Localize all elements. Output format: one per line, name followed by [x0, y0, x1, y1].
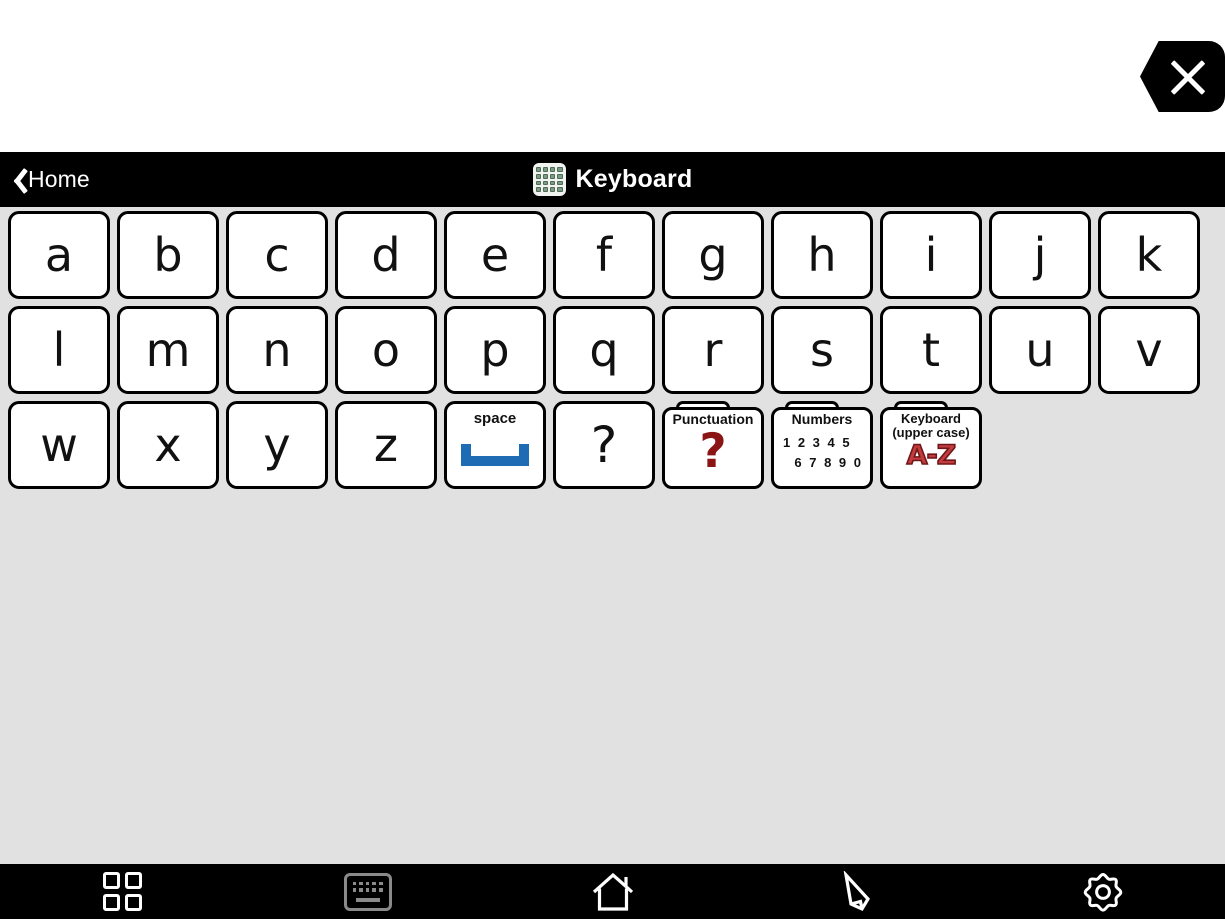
key-label: e — [480, 228, 510, 282]
key-c[interactable]: c — [226, 211, 328, 299]
nav-item-keyboard[interactable] — [245, 864, 490, 919]
numbers-preview: 1 2 3 4 5 6 7 8 9 0 — [771, 433, 873, 473]
key-m[interactable]: m — [117, 306, 219, 394]
key-label: q — [589, 323, 619, 377]
keyboard-board: a b c d e f g h i j k l m n o p q r s t … — [0, 207, 1225, 864]
gear-icon — [1082, 871, 1124, 913]
pencil-icon — [838, 869, 878, 913]
nav-item-edit[interactable] — [735, 864, 980, 919]
nav-item-home[interactable] — [490, 864, 735, 919]
key-label: b — [153, 228, 183, 282]
key-k[interactable]: k — [1098, 211, 1200, 299]
key-n[interactable]: n — [226, 306, 328, 394]
key-label: n — [262, 323, 292, 377]
nav-item-settings[interactable] — [980, 864, 1225, 919]
key-a[interactable]: a — [8, 211, 110, 299]
chevron-left-icon — [8, 165, 26, 195]
key-label: ? — [590, 416, 618, 474]
keyboard-row: a b c d e f g h i j k — [8, 211, 1217, 299]
key-y[interactable]: y — [226, 401, 328, 489]
key-label: j — [1033, 228, 1047, 282]
key-label: space — [473, 410, 517, 427]
az-icon: A-Z — [906, 440, 957, 472]
question-mark-icon: ? — [699, 424, 727, 480]
key-label: f — [595, 228, 613, 282]
key-g[interactable]: g — [662, 211, 764, 299]
bottom-nav-bar — [0, 864, 1225, 919]
key-label: l — [52, 323, 66, 377]
close-button[interactable] — [1140, 41, 1225, 112]
key-label: h — [807, 228, 837, 282]
close-icon — [1166, 55, 1210, 99]
key-x[interactable]: x — [117, 401, 219, 489]
key-s[interactable]: s — [771, 306, 873, 394]
key-t[interactable]: t — [880, 306, 982, 394]
key-punctuation-folder[interactable]: Punctuation ? — [662, 401, 764, 489]
key-e[interactable]: e — [444, 211, 546, 299]
numbers-line-2: 6 7 8 9 0 — [794, 455, 863, 471]
key-empty-slot — [1098, 401, 1200, 489]
key-d[interactable]: d — [335, 211, 437, 299]
key-space[interactable]: space — [444, 401, 546, 489]
key-w[interactable]: w — [8, 401, 110, 489]
key-label: t — [921, 323, 941, 377]
numbers-line-1: 1 2 3 4 5 — [783, 435, 852, 451]
key-label: a — [44, 228, 74, 282]
key-label: m — [145, 323, 191, 377]
nav-item-grid[interactable] — [0, 864, 245, 919]
key-label: g — [698, 228, 728, 282]
key-label: r — [703, 323, 723, 377]
key-label: d — [371, 228, 401, 282]
key-label: p — [480, 323, 510, 377]
key-label: z — [373, 418, 399, 472]
key-b[interactable]: b — [117, 211, 219, 299]
grid-icon — [102, 871, 143, 912]
key-q[interactable]: q — [553, 306, 655, 394]
keyboard-row: l m n o p q r s t u v — [8, 306, 1217, 394]
key-label: c — [264, 228, 290, 282]
key-v[interactable]: v — [1098, 306, 1200, 394]
home-icon — [590, 871, 636, 913]
back-home-button[interactable]: Home — [8, 152, 100, 207]
folder-label: Keyboard — [901, 411, 961, 426]
top-strip — [0, 0, 1225, 152]
header-bar: Home Keyboard — [0, 152, 1225, 207]
key-r[interactable]: r — [662, 306, 764, 394]
key-j[interactable]: j — [989, 211, 1091, 299]
folder-sublabel: (upper case) — [892, 425, 970, 441]
key-l[interactable]: l — [8, 306, 110, 394]
key-label: w — [40, 418, 78, 472]
folder-label: Numbers — [791, 411, 853, 427]
keyboard-row: w x y z space ? Punctuation ? Numbers 1 … — [8, 401, 1217, 489]
spacebar-icon — [461, 444, 529, 466]
key-label: i — [924, 228, 938, 282]
key-empty-slot — [989, 401, 1091, 489]
keyboard-icon — [343, 872, 392, 911]
key-p[interactable]: p — [444, 306, 546, 394]
key-label: k — [1135, 228, 1163, 282]
key-z[interactable]: z — [335, 401, 437, 489]
key-label: v — [1135, 323, 1163, 377]
key-question-mark[interactable]: ? — [553, 401, 655, 489]
key-numbers-folder[interactable]: Numbers 1 2 3 4 5 6 7 8 9 0 — [771, 401, 873, 489]
back-home-label: Home — [28, 166, 90, 192]
header-center: Keyboard — [0, 152, 1225, 207]
app-root: Home Keyboard a b c d e f g h i j k l m … — [0, 0, 1225, 919]
key-label: y — [263, 418, 291, 472]
page-title: Keyboard — [575, 165, 693, 193]
key-label: u — [1025, 323, 1055, 377]
key-label: s — [810, 323, 834, 377]
key-label: x — [154, 418, 182, 472]
key-label: o — [371, 323, 401, 377]
key-h[interactable]: h — [771, 211, 873, 299]
keyboard-grid-icon — [532, 163, 566, 196]
key-uppercase-folder[interactable]: Keyboard (upper case) A-Z — [880, 401, 982, 489]
key-u[interactable]: u — [989, 306, 1091, 394]
key-i[interactable]: i — [880, 211, 982, 299]
key-o[interactable]: o — [335, 306, 437, 394]
key-f[interactable]: f — [553, 211, 655, 299]
